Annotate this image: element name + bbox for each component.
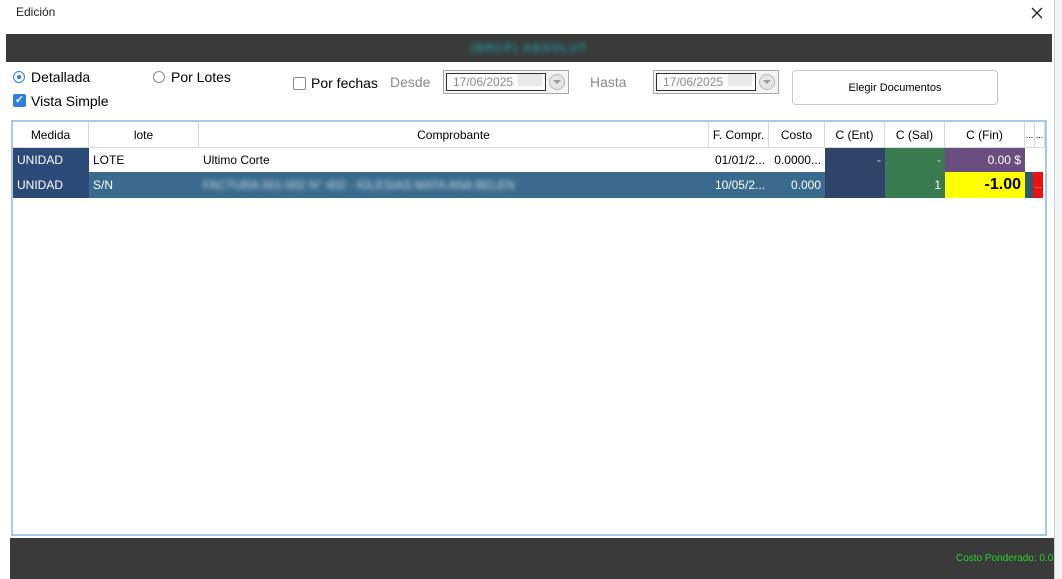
header-extra-2[interactable]: ... [1035, 122, 1045, 148]
hasta-label: Hasta [590, 74, 627, 90]
window-title: Edición [16, 5, 56, 19]
title-bar [0, 0, 1062, 34]
table-row-2-medida[interactable]: UNIDAD [13, 172, 89, 198]
table-row-2-fin[interactable]: -1.00 [945, 172, 1025, 198]
costo-ponderado: Costo Ponderado: 0.0 [956, 553, 1054, 564]
detallada-label[interactable]: Detallada [31, 69, 90, 85]
product-name: (BRCP) ABSOLUT [470, 41, 588, 55]
table-row-1-lote[interactable]: LOTE [89, 148, 199, 172]
movements-table[interactable]: Medida lote Comprobante F. Compr. Costo … [11, 120, 1047, 536]
table-row-1-comprobante[interactable]: Ultimo Corte [199, 148, 709, 172]
por-lotes-label[interactable]: Por Lotes [171, 69, 231, 85]
table-row-1-fecha[interactable]: 01/01/2... [709, 148, 769, 172]
footer-bar [10, 538, 1054, 579]
table-row-1-extra [1025, 148, 1035, 172]
desde-dropdown-icon[interactable] [549, 74, 565, 90]
table-row-2-ent[interactable] [825, 172, 885, 198]
header-lote[interactable]: lote [89, 122, 199, 148]
elegir-documentos-button[interactable]: Elegir Documentos [792, 70, 998, 105]
header-fecha[interactable]: F. Compr. [709, 122, 769, 148]
table-row-2-comprobante-cell[interactable]: FACTURA 001-002 N° 402 - IGLESIAS MATA A… [199, 172, 709, 198]
desde-label: Desde [390, 74, 431, 90]
close-button[interactable] [1022, 0, 1052, 26]
product-header: (BRCP) ABSOLUT [6, 34, 1052, 62]
hasta-date-picker[interactable]: 17/06/2025 [653, 70, 779, 94]
table-row-1-fin[interactable]: 0.00 $ [945, 148, 1025, 172]
table-row-2-lote[interactable]: S/N [89, 172, 199, 198]
detallada-radio[interactable] [13, 71, 25, 83]
window-edge [1054, 0, 1062, 579]
hasta-date-mask [728, 74, 752, 86]
close-icon [1031, 7, 1043, 19]
table-row-2-costo[interactable]: 0.000 [769, 172, 825, 198]
por-fechas-label[interactable]: Por fechas [311, 75, 378, 91]
vista-simple-checkbox[interactable]: ✓ [13, 94, 26, 107]
table-row-2-fecha[interactable]: 10/05/2... [709, 172, 769, 198]
por-lotes-radio[interactable] [153, 71, 165, 83]
header-c-ent[interactable]: C (Ent) [825, 122, 885, 148]
hasta-dropdown-icon[interactable] [759, 74, 775, 90]
table-row-2-marker [1025, 172, 1033, 198]
desde-date-picker[interactable]: 17/06/2025 [443, 70, 569, 94]
table-row-1-sal[interactable]: - [885, 148, 945, 172]
header-comprobante[interactable]: Comprobante [199, 122, 709, 148]
table-row-2-sal[interactable]: 1 [885, 172, 945, 198]
header-c-fin[interactable]: C (Fin) [945, 122, 1025, 148]
table-row-1-ent[interactable]: - [825, 148, 885, 172]
vista-simple-label[interactable]: Vista Simple [31, 93, 109, 109]
header-medida[interactable]: Medida [13, 122, 89, 148]
header-extra-1[interactable]: ... [1025, 122, 1035, 148]
desde-date-mask [518, 74, 542, 86]
table-row-1-medida[interactable]: UNIDAD [13, 148, 89, 172]
header-costo[interactable]: Costo [769, 122, 825, 148]
table-row-2-alert: ... [1033, 172, 1043, 198]
por-fechas-checkbox[interactable] [293, 77, 306, 90]
table-row-2-comprobante: FACTURA 001-002 N° 402 - IGLESIAS MATA A… [203, 178, 515, 192]
table-row-1-costo[interactable]: 0.0000... [769, 148, 825, 172]
header-c-sal[interactable]: C (Sal) [885, 122, 945, 148]
